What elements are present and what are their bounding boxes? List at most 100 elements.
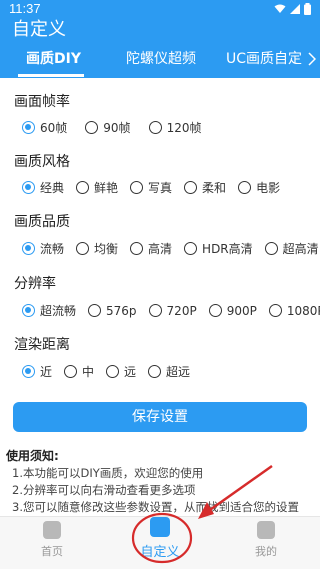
- resolution-options[interactable]: 超流畅 576p 720P 900P 1080P: [22, 302, 320, 319]
- radio-quality-ultra-hd[interactable]: 超高清: [264, 240, 319, 257]
- radio-label: 远: [124, 365, 137, 379]
- radio-label: 中: [82, 365, 95, 379]
- radio-circle: [64, 365, 78, 378]
- quality-options: 流畅 均衡 高清 HDR高清 超高清: [22, 240, 320, 257]
- radio-style-classic[interactable]: 经典: [22, 179, 64, 196]
- custom-icon: [150, 517, 170, 537]
- radio-circle: [106, 365, 120, 378]
- radio-circle: [85, 121, 99, 134]
- quality-label: 画质品质: [14, 214, 70, 230]
- radio-resolution-900p[interactable]: 900P: [208, 303, 257, 318]
- radio-distance-far[interactable]: 远: [106, 363, 136, 380]
- radio-circle: [264, 242, 278, 255]
- frame-rate-label: 画面帧率: [14, 94, 70, 110]
- tab-indicator: [18, 74, 84, 77]
- radio-quality-hd[interactable]: 高清: [130, 240, 172, 257]
- nav-custom[interactable]: 自定义: [130, 517, 190, 560]
- chevron-right-icon[interactable]: [308, 52, 316, 66]
- radio-resolution-ultra-smooth[interactable]: 超流畅: [22, 302, 76, 319]
- radio-frame-rate-90[interactable]: 90帧: [85, 119, 131, 136]
- tab-quality-diy[interactable]: 画质DIY: [26, 44, 81, 78]
- radio-label: 1080P: [286, 303, 320, 318]
- radio-circle: [130, 242, 144, 255]
- bottom-navigation: 首页 自定义 我的: [0, 516, 320, 569]
- radio-quality-balanced[interactable]: 均衡: [76, 240, 118, 257]
- radio-label: HDR高清: [202, 242, 253, 256]
- radio-label: 576p: [106, 303, 137, 318]
- radio-circle: [148, 365, 162, 378]
- radio-circle: [88, 304, 102, 317]
- radio-circle: [22, 121, 35, 134]
- radio-distance-mid[interactable]: 中: [64, 363, 94, 380]
- tab-uc-quality-custom[interactable]: UC画质自定: [226, 44, 302, 78]
- radio-label: 900P: [226, 303, 257, 318]
- status-bar: 11:37: [0, 0, 320, 18]
- nav-profile[interactable]: 我的: [236, 521, 296, 559]
- radio-distance-ultra-far[interactable]: 超远: [148, 363, 190, 380]
- radio-label: 电影: [256, 181, 281, 195]
- radio-circle: [184, 242, 198, 255]
- radio-quality-hdr[interactable]: HDR高清: [184, 240, 253, 257]
- status-icons: [274, 3, 311, 15]
- radio-circle: [22, 365, 35, 378]
- radio-circle: [268, 304, 282, 317]
- nav-label: 首页: [41, 545, 63, 558]
- radio-circle: [22, 181, 35, 194]
- radio-style-vivid[interactable]: 鲜艳: [76, 179, 118, 196]
- nav-label: 自定义: [140, 545, 180, 560]
- style-options: 经典 鲜艳 写真 柔和 电影: [22, 179, 292, 196]
- usage-note-1: 1.本功能可以DIY画质，欢迎您的使用: [12, 466, 204, 480]
- home-icon: [43, 521, 61, 539]
- radio-circle: [76, 181, 90, 194]
- radio-label: 经典: [40, 181, 65, 195]
- usage-note-2: 2.分辨率可以向右滑动查看更多选项: [12, 483, 196, 497]
- radio-label: 柔和: [202, 181, 227, 195]
- radio-circle: [22, 242, 35, 255]
- radio-label: 超高清: [282, 242, 319, 256]
- radio-resolution-1080p[interactable]: 1080P: [268, 303, 320, 318]
- app-title: 自定义: [12, 19, 66, 40]
- tab-gyroscope-overclock[interactable]: 陀螺仪超频: [126, 44, 196, 78]
- tab-bar: 画质DIY 陀螺仪超频 UC画质自定: [0, 44, 320, 78]
- radio-circle: [238, 181, 252, 194]
- radio-circle: [130, 181, 144, 194]
- radio-label: 鲜艳: [94, 181, 119, 195]
- radio-frame-rate-120[interactable]: 120帧: [148, 119, 202, 136]
- radio-distance-near[interactable]: 近: [22, 363, 52, 380]
- frame-rate-options: 60帧 90帧 120帧: [22, 119, 213, 136]
- wifi-icon: [274, 4, 286, 13]
- render-distance-options: 近 中 远 超远: [22, 363, 202, 380]
- radio-label: 高清: [148, 242, 173, 256]
- radio-label: 超流畅: [40, 304, 77, 318]
- nav-home[interactable]: 首页: [22, 521, 82, 559]
- radio-resolution-720p[interactable]: 720P: [148, 303, 197, 318]
- radio-label: 超远: [166, 365, 191, 379]
- nav-label: 我的: [255, 545, 277, 558]
- radio-label: 近: [40, 365, 53, 379]
- radio-label: 90帧: [103, 121, 131, 135]
- radio-label: 120帧: [166, 121, 202, 135]
- radio-label: 写真: [148, 181, 173, 195]
- radio-label: 流畅: [40, 242, 65, 256]
- signal-icon: [290, 4, 300, 14]
- style-label: 画质风格: [14, 154, 70, 170]
- radio-style-soft[interactable]: 柔和: [184, 179, 226, 196]
- render-distance-label: 渲染距离: [14, 337, 70, 353]
- radio-resolution-576p[interactable]: 576p: [88, 304, 137, 318]
- radio-frame-rate-60[interactable]: 60帧: [22, 119, 67, 136]
- usage-notes-title: 使用须知:: [6, 449, 59, 463]
- radio-label: 60帧: [40, 121, 68, 135]
- save-settings-button[interactable]: 保存设置: [13, 402, 307, 432]
- radio-circle: [148, 121, 162, 134]
- radio-style-realistic[interactable]: 写真: [130, 179, 172, 196]
- radio-circle: [22, 304, 35, 317]
- usage-note-3: 3.您可以随意修改这些参数设置，从而找到适合您的设置: [12, 500, 299, 514]
- resolution-label: 分辨率: [14, 276, 56, 292]
- battery-icon: [304, 3, 311, 15]
- radio-style-movie[interactable]: 电影: [238, 179, 280, 196]
- top-app-bar: 11:37 自定义 画质DIY 陀螺仪超频 UC画质自定: [0, 0, 320, 78]
- radio-quality-smooth[interactable]: 流畅: [22, 240, 64, 257]
- radio-label: 720P: [166, 303, 197, 318]
- status-time: 11:37: [9, 1, 41, 16]
- profile-icon: [257, 521, 275, 539]
